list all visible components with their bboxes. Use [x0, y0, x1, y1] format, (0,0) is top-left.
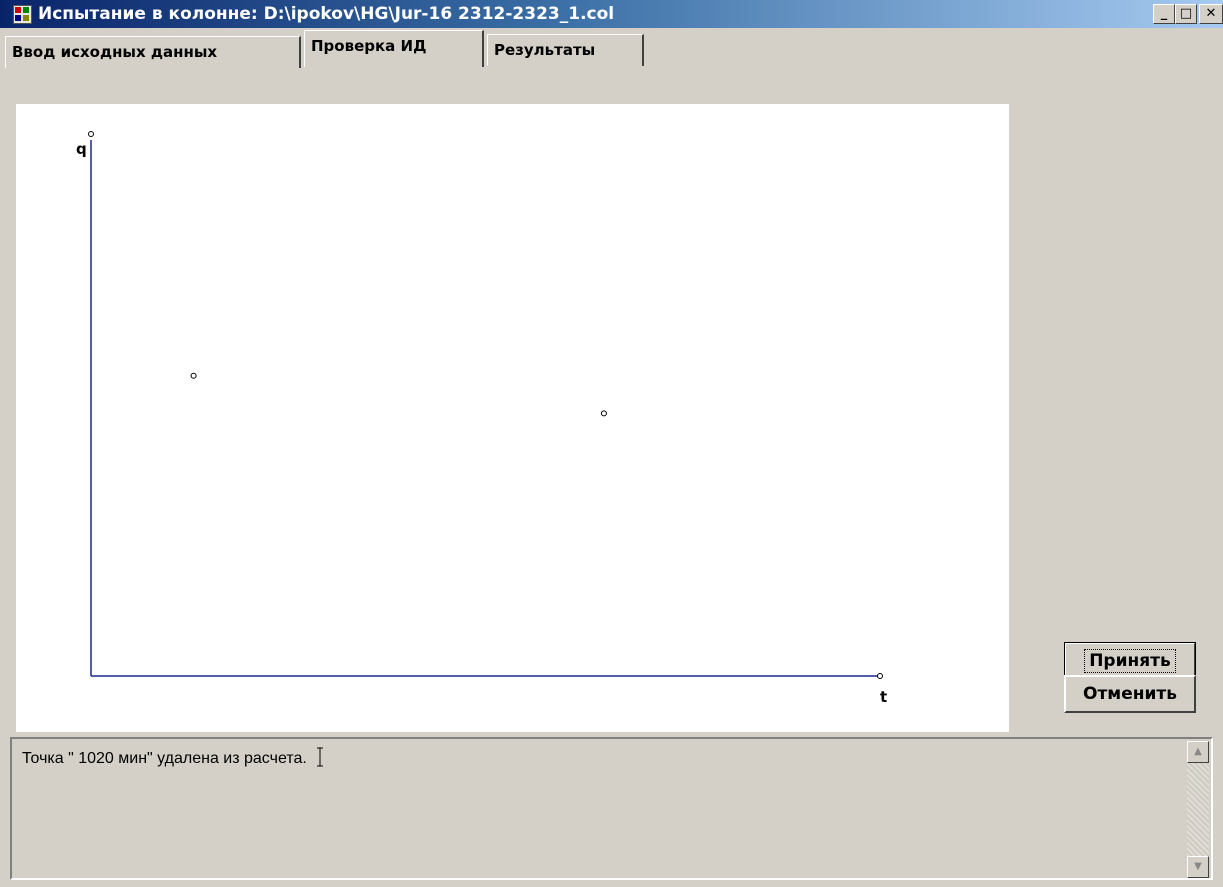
maximize-button[interactable]: □: [1175, 4, 1197, 24]
x-axis-label: t: [880, 688, 888, 706]
tab-check-data[interactable]: Проверка ИД: [304, 30, 484, 67]
vertical-scrollbar[interactable]: ▲ ▼: [1187, 741, 1209, 878]
scroll-up-button[interactable]: ▲: [1187, 741, 1209, 763]
tab-results[interactable]: Результаты: [487, 34, 644, 66]
app-icon: [13, 5, 32, 24]
data-point-1[interactable]: [190, 372, 197, 379]
window-title: Испытание в колонне: D:\ipokov\HG\Jur-16…: [38, 4, 615, 24]
y-axis-end-marker: [88, 131, 94, 137]
cancel-button[interactable]: Отменить: [1064, 675, 1196, 713]
tab-input-data[interactable]: Ввод исходных данных: [5, 36, 301, 68]
log-message: Точка " 1020 мин" удалена из расчета.: [22, 750, 307, 767]
text-cursor-icon: [317, 747, 324, 767]
accept-button-label: Принять: [1084, 649, 1176, 673]
log-textarea[interactable]: Точка " 1020 мин" удалена из расчета. ▲ …: [10, 737, 1213, 880]
x-axis-end-marker: [877, 673, 883, 679]
title-bar: Испытание в колонне: D:\ipokov\HG\Jur-16…: [0, 0, 1223, 28]
minimize-button[interactable]: _: [1153, 4, 1175, 24]
y-axis-label: q: [76, 140, 87, 158]
scroll-down-button[interactable]: ▼: [1187, 856, 1209, 878]
close-button[interactable]: ✕: [1199, 4, 1223, 24]
chart-panel: q t: [16, 104, 1009, 732]
scatter-chart: [88, 131, 883, 679]
data-point-2[interactable]: [600, 410, 607, 417]
